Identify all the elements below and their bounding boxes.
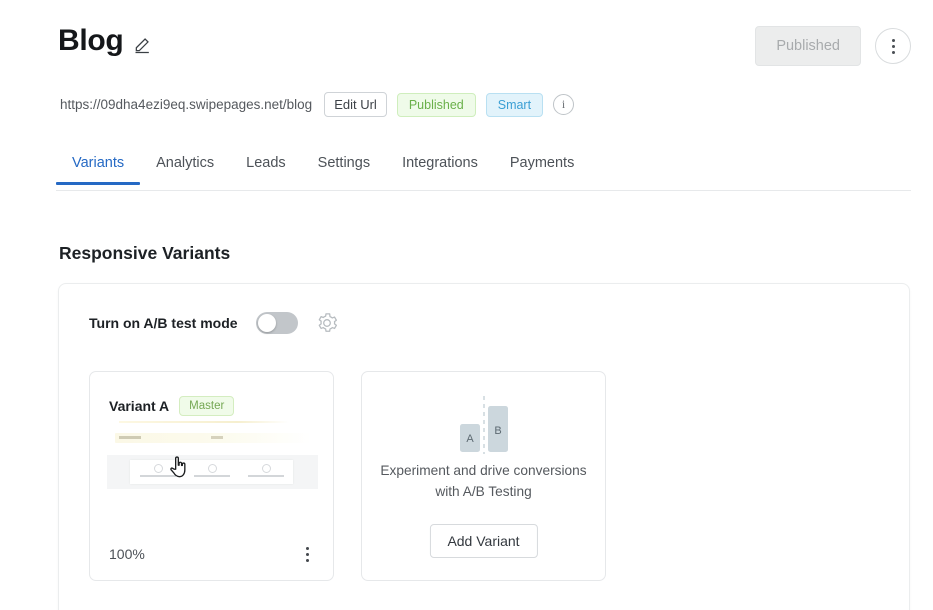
type-badge: Smart xyxy=(485,92,544,117)
page-root: Blog Published https://09dha4ezi9eq.swip… xyxy=(0,0,933,610)
thumb-top-accent xyxy=(119,421,289,423)
ab-test-mode-row: Turn on A/B test mode xyxy=(89,312,338,334)
page-preview-thumbnail[interactable] xyxy=(107,420,318,498)
dot xyxy=(891,50,895,54)
thumb-text-line xyxy=(119,436,141,439)
thumb-feature-icon xyxy=(207,464,217,473)
variant-header: Variant A Master xyxy=(109,396,235,416)
svg-text:B: B xyxy=(494,425,501,437)
thumb-feature-icon xyxy=(261,464,271,473)
more-vertical-icon[interactable] xyxy=(875,28,911,64)
gear-icon[interactable] xyxy=(316,312,338,334)
thumb-hero-bar xyxy=(115,433,311,443)
info-icon[interactable]: i xyxy=(553,94,575,115)
ab-bars-icon: A B xyxy=(459,396,508,454)
publish-button[interactable]: Published xyxy=(755,26,861,66)
page-url: https://09dha4ezi9eq.swipepages.net/blog xyxy=(60,97,313,112)
tab-bar: Variants Analytics Leads Settings Integr… xyxy=(56,155,911,191)
tab-analytics[interactable]: Analytics xyxy=(140,155,230,184)
traffic-percent: 100% xyxy=(109,546,145,562)
variant-card[interactable]: Variant A Master 100% xyxy=(89,371,334,581)
variant-footer: 100% xyxy=(90,534,333,580)
variant-menu-icon[interactable] xyxy=(299,544,315,564)
dot xyxy=(305,558,309,562)
thumb-feature-icon xyxy=(153,464,163,473)
dot xyxy=(891,38,895,42)
thumb-feature-caption xyxy=(194,475,230,477)
tab-integrations[interactable]: Integrations xyxy=(386,155,494,184)
dot xyxy=(891,44,895,48)
variant-card-list: Variant A Master 100% A B Experiment and… xyxy=(89,371,606,581)
thumb-feature xyxy=(188,464,236,477)
thumb-feature xyxy=(242,464,290,477)
url-bar: https://09dha4ezi9eq.swipepages.net/blog… xyxy=(60,92,575,117)
status-badge: Published xyxy=(396,92,476,117)
hand-cursor-icon xyxy=(170,456,186,478)
variant-name: Variant A xyxy=(109,398,170,414)
ab-test-mode-label: Turn on A/B test mode xyxy=(89,315,238,331)
toggle-knob xyxy=(257,314,276,332)
thumb-feature-caption xyxy=(248,475,284,477)
master-badge: Master xyxy=(179,396,235,416)
section-title: Responsive Variants xyxy=(59,243,231,263)
page-header: Blog Published xyxy=(58,24,911,70)
add-variant-card: A B Experiment and drive conversions wit… xyxy=(361,371,606,581)
dot xyxy=(305,552,309,556)
ab-test-mode-toggle[interactable] xyxy=(255,312,298,334)
pencil-edit-icon[interactable] xyxy=(133,33,153,55)
add-variant-description: Experiment and drive conversions with A/… xyxy=(380,463,587,499)
svg-text:A: A xyxy=(466,433,474,445)
tab-variants[interactable]: Variants xyxy=(56,155,141,185)
dot xyxy=(305,546,309,550)
thumb-text-line xyxy=(211,436,223,439)
tab-settings[interactable]: Settings xyxy=(302,155,386,184)
tab-leads[interactable]: Leads xyxy=(230,155,302,184)
thumb-feature-card xyxy=(130,460,293,484)
header-actions: Published xyxy=(755,26,911,66)
tab-payments[interactable]: Payments xyxy=(494,155,590,184)
edit-url-button[interactable]: Edit Url xyxy=(324,92,387,117)
add-variant-button[interactable]: Add Variant xyxy=(429,524,538,558)
page-title: Blog xyxy=(58,24,124,57)
variants-panel: Turn on A/B test mode Variant A Master 1… xyxy=(58,283,910,610)
